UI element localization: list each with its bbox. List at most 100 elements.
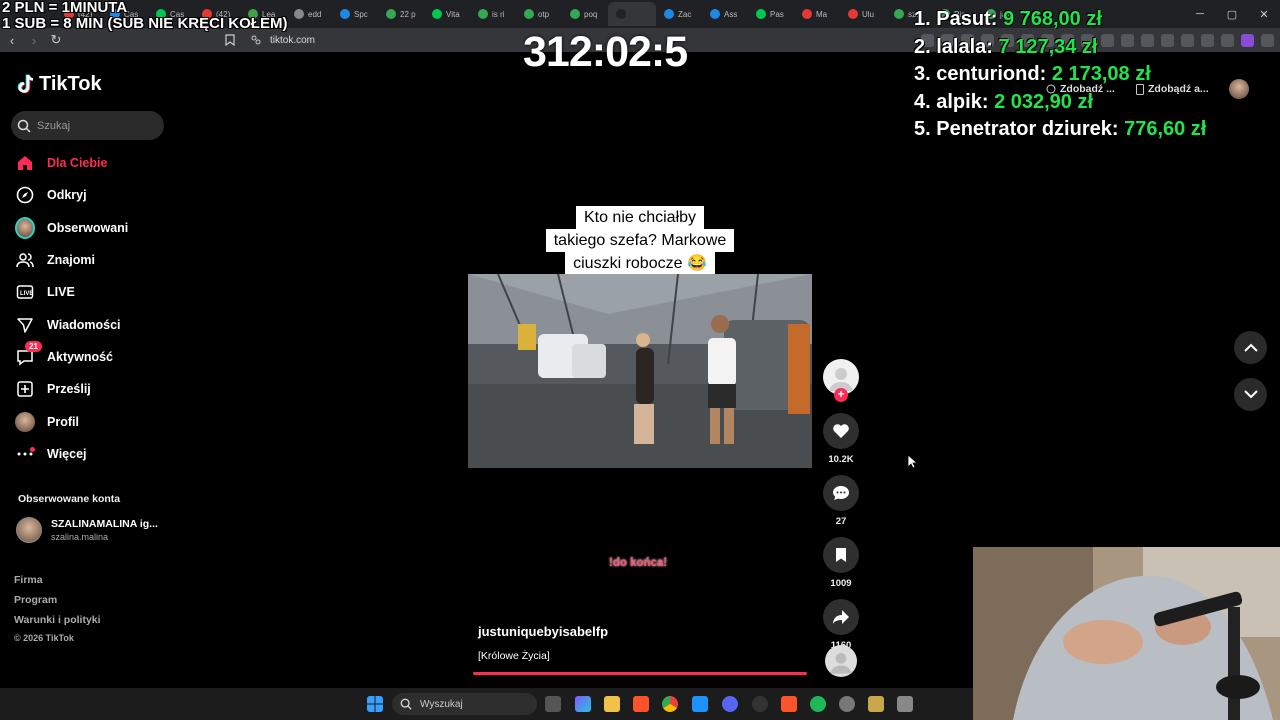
tiktok-logo[interactable]: TikTok [17,73,102,96]
chrome-icon[interactable] [662,696,678,712]
shield-icon[interactable] [1221,33,1234,47]
sidebar-item-explore[interactable]: Odkryj [15,179,128,211]
forward-button[interactable]: › [24,30,44,50]
browser-tab[interactable]: Vita [424,2,470,26]
stream-rate-overlay: 2 PLN = 1MINUTA 1 SUB = 8 MIN (SUB NIE K… [2,0,287,32]
sidebar-item-following[interactable]: Obserwowani [15,212,128,244]
back-button[interactable]: ‹ [2,30,22,50]
favicon-icon [570,9,580,19]
store-icon[interactable] [692,696,708,712]
like-button[interactable] [823,413,859,449]
brave-browser-icon[interactable] [781,696,797,712]
sidebar-item-for-you[interactable]: Dla Ciebie [15,147,128,179]
taskbar-search[interactable]: Wyszukaj [392,693,537,715]
footer-link-program[interactable]: Program [14,593,101,613]
svg-text:LIVE: LIVE [20,291,33,297]
file-explorer-icon[interactable] [604,696,620,712]
tab-title: poq [584,9,598,19]
browser-tab[interactable]: Ulu [840,2,886,26]
sidebar-item-live[interactable]: LIVE LIVE [15,276,128,308]
browser-tab[interactable]: Zac [656,2,702,26]
browser-tab[interactable]: otp [516,2,562,26]
comment-count: 27 [835,516,847,527]
url-text[interactable]: tiktok.com [270,35,315,46]
favicon-icon [710,9,720,19]
obs-icon[interactable] [752,696,768,712]
donation-leaderboard: 1. Pasut: 9 768,00 zł 2. lalala: 7 127,34… [914,8,1206,146]
sidebar-item-friends[interactable]: Znajomi [15,244,128,276]
footer-link-terms[interactable]: Warunki i polityki [14,613,101,633]
leaderboard-row: 4. alpik: 2 032,90 zł [914,91,1206,119]
browser-tab[interactable]: Pas [748,2,794,26]
copilot-icon[interactable] [575,696,591,712]
browser-tab[interactable] [608,2,656,26]
task-view-icon[interactable] [545,696,561,712]
leaderboard-row: 3. centuriond: 2 173,08 zł [914,63,1206,91]
next-video-button[interactable] [1234,378,1267,411]
settings-icon[interactable] [839,696,855,712]
favicon-icon [340,9,350,19]
brand-name: TikTok [39,73,102,95]
footer-link-company[interactable]: Firma [14,573,101,593]
save-button[interactable] [823,537,859,573]
follow-button[interactable]: + [834,388,848,402]
browser-tab[interactable]: 22 p [378,2,424,26]
leaderboard-rank: 3. [914,63,931,85]
app-icon[interactable] [868,696,884,712]
send-icon [15,315,35,335]
video-author[interactable]: justuniquebyisabelfp [478,624,608,639]
sidebar-item-more[interactable]: Więcej [15,438,128,470]
followed-account-name: SZALINAMALINA ig... [51,518,158,530]
video-progress-bar[interactable] [473,672,807,675]
discord-icon[interactable] [722,696,738,712]
caption-line: ciuszki robocze 😂 [565,252,715,275]
leaderboard-name: alpik: [936,90,989,113]
heart-icon [833,424,849,438]
next-video-avatar[interactable] [825,645,857,677]
video-description[interactable]: [Królowe Życia] [478,650,550,662]
sidebar-item-activity[interactable]: 21 Aktywność [15,340,128,373]
spotify-icon[interactable] [810,696,826,712]
calculator-icon[interactable] [897,696,913,712]
comment-button[interactable] [823,475,859,511]
site-info-icon[interactable] [250,34,262,46]
video-caption: Kto nie chciałby takiego szefa? Markowe … [528,206,752,275]
user-avatar[interactable] [1229,79,1249,99]
close-window-button[interactable]: ✕ [1248,0,1280,28]
sidebar-item-label: Profil [47,414,79,429]
browser-tab[interactable]: edd [286,2,332,26]
upload-icon [15,379,35,399]
compass-icon [15,185,35,205]
sidebar-item-profile[interactable]: Profil [15,405,128,437]
vpn-icon[interactable] [1241,33,1254,47]
share-button[interactable] [823,599,859,635]
browser-tab[interactable]: poq [562,2,608,26]
menu-icon[interactable] [1261,33,1274,47]
leaderboard-name: Pasut: [936,8,998,30]
creator-avatar[interactable]: + [823,359,859,402]
followed-account[interactable]: SZALINAMALINA ig... szalina.malina [16,517,158,543]
sidebar-item-label: LIVE [47,285,75,300]
video-player[interactable] [468,274,812,468]
windows-start-icon[interactable] [367,696,383,712]
maximize-button[interactable]: ▢ [1216,0,1248,28]
friends-icon [15,250,35,270]
brave-icon[interactable] [633,696,649,712]
chevron-up-icon [1243,343,1258,352]
previous-video-button[interactable] [1234,331,1267,364]
favicon-icon [616,9,626,19]
sidebar-item-upload[interactable]: Prześlij [15,373,128,405]
tab-title: Ma [816,9,828,19]
bookmark-icon[interactable] [225,34,235,46]
reload-button[interactable]: ↻ [46,30,66,50]
search-icon [400,698,412,710]
sidebar-item-messages[interactable]: Wiadomości [15,308,128,340]
browser-tab[interactable]: is ri [470,2,516,26]
browser-tab[interactable]: Ass [702,2,748,26]
browser-tab[interactable]: Spc [332,2,378,26]
video-frame [468,274,812,468]
search-input[interactable]: Szukaj [11,111,164,140]
caption-line: takiego szefa? Markowe [545,229,735,252]
favicon-icon [478,9,488,19]
browser-tab[interactable]: Ma [794,2,840,26]
